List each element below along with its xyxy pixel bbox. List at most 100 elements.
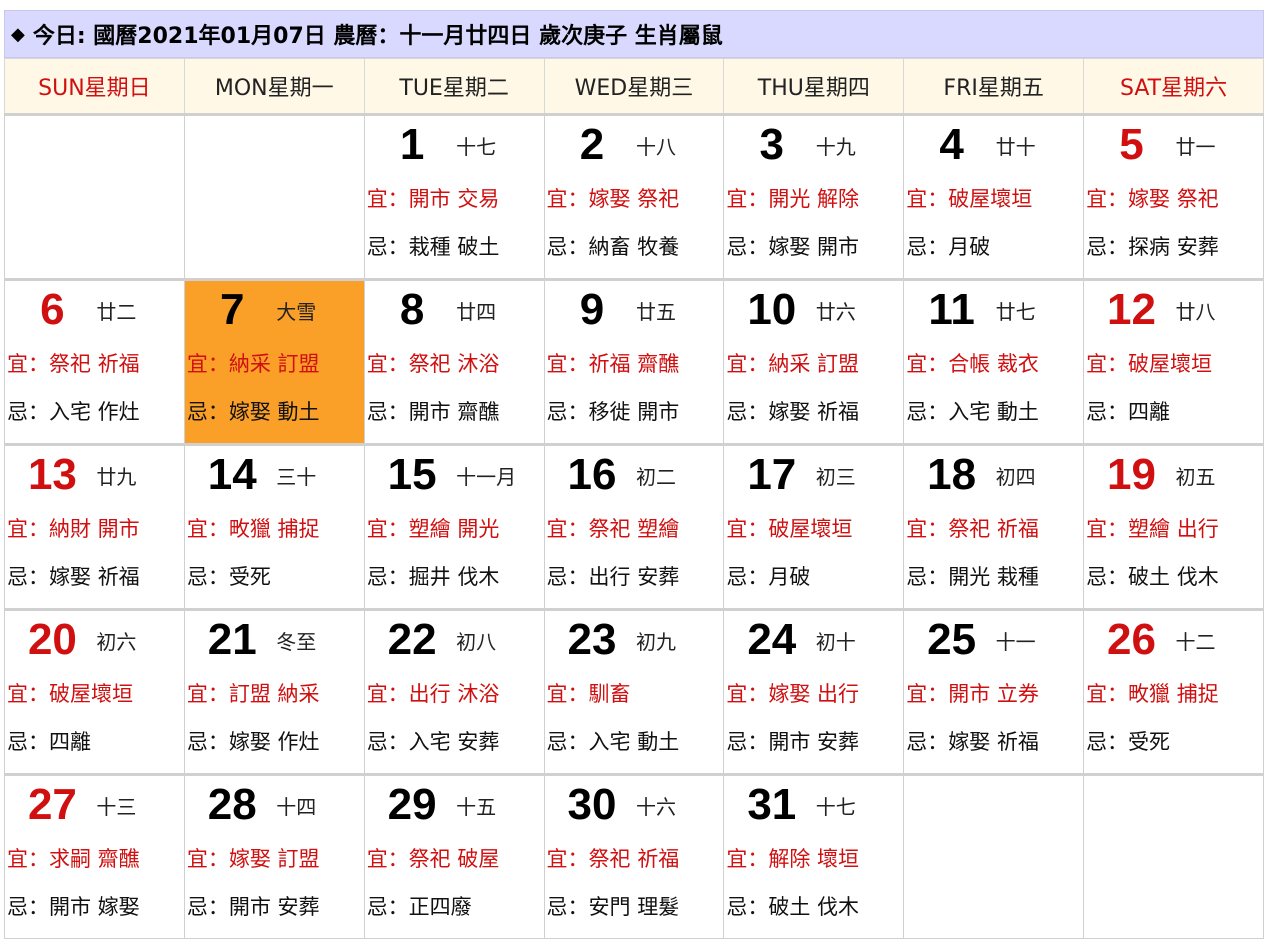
auspicious-activities: 宜：訂盟 納采: [186, 682, 320, 706]
day-head: 11 廿七: [904, 281, 1083, 339]
lunar-date: 廿二: [96, 299, 137, 324]
day-cell[interactable]: 19 初五 宜：塑繪 出行 忌：破土 伐木: [1083, 443, 1264, 610]
day-number: 7: [220, 285, 245, 334]
day-head: 21 冬至: [185, 611, 364, 669]
auspicious-activities: 宜：出行 沐浴: [366, 682, 500, 706]
day-cell[interactable]: 5 廿一 宜：嫁娶 祭祀 忌：探病 安葬: [1083, 113, 1264, 280]
day-cell[interactable]: 12 廿八 宜：破屋壞垣 忌：四離: [1083, 278, 1264, 445]
day-head: 14 三十: [185, 446, 364, 504]
day-number: 6: [40, 285, 65, 334]
day-cell[interactable]: 1 十七 宜：開市 交易 忌：栽種 破土: [363, 113, 545, 280]
day-cell[interactable]: 31 十七 宜：解除 壞垣 忌：破土 伐木: [723, 773, 905, 939]
auspicious-activities: 宜：嫁娶 訂盟: [186, 847, 320, 871]
inauspicious-activities: 忌：入宅 動土: [906, 400, 1039, 424]
inauspicious-activities: 忌：栽種 破土: [366, 235, 500, 259]
day-number: 10: [747, 285, 797, 334]
lunar-date: 初二: [635, 464, 676, 489]
day-cell[interactable]: 3 十九 宜：開光 解除 忌：嫁娶 開市: [723, 113, 905, 280]
lunar-date: 十八: [635, 134, 676, 159]
day-cell[interactable]: 2 十八 宜：嫁娶 祭祀 忌：納畜 牧養: [543, 113, 725, 280]
day-head: 25 十一: [904, 611, 1083, 669]
day-cell[interactable]: 7 大雪 宜：納采 訂盟 忌：嫁娶 動土: [183, 278, 365, 445]
day-cell[interactable]: 16 初二 宜：祭祀 塑繪 忌：出行 安葬: [543, 443, 725, 610]
day-head: 27 十三: [5, 776, 184, 834]
day-cell[interactable]: 23 初九 宜：馴畜 忌：入宅 動土: [543, 608, 725, 775]
inauspicious-activities: 忌：掘井 伐木: [366, 565, 500, 589]
inauspicious-activities: 忌：安門 理髮: [546, 895, 680, 919]
day-cell[interactable]: 10 廿六 宜：納采 訂盟 忌：嫁娶 祈福: [723, 278, 905, 445]
auspicious-activities: 宜：破屋壞垣: [1086, 352, 1213, 376]
day-number: 31: [747, 780, 797, 829]
day-cell[interactable]: 9 廿五 宜：祈福 齋醮 忌：移徙 開市: [543, 278, 725, 445]
lunar-date: 初六: [96, 629, 137, 654]
lunar-date: 大雪: [276, 299, 317, 324]
auspicious-activities: 宜：納財 開市: [7, 517, 140, 541]
lunar-date: 十五: [456, 794, 497, 819]
day-cell[interactable]: 25 十一 宜：開市 立券 忌：嫁娶 祈福: [903, 608, 1085, 775]
day-head: 5 廿一: [1084, 116, 1263, 174]
day-number: 21: [207, 615, 257, 664]
day-number: 16: [567, 450, 617, 499]
weekday-header: THU星期四: [723, 58, 905, 115]
day-head: 28 十四: [185, 776, 364, 834]
day-head: 18 初四: [904, 446, 1083, 504]
day-cell[interactable]: 17 初三 宜：破屋壞垣 忌：月破: [723, 443, 905, 610]
day-number: 12: [1107, 285, 1156, 334]
inauspicious-activities: 忌：受死: [186, 565, 271, 589]
day-head: 16 初二: [545, 446, 724, 504]
calendar: ◆ 今日: 國曆2021年01月07日 農曆：十一月廿四日 歲次庚子 生肖屬鼠 …: [4, 10, 1264, 939]
lunar-date: 廿七: [995, 299, 1036, 324]
auspicious-activities: 宜：祭祀 祈福: [7, 352, 140, 376]
empty-cell: [903, 773, 1085, 939]
empty-cell: [1083, 773, 1264, 939]
day-cell[interactable]: 11 廿七 宜：合帳 裁衣 忌：入宅 動土: [903, 278, 1085, 445]
inauspicious-activities: 忌：破土 伐木: [1086, 565, 1219, 589]
inauspicious-activities: 忌：月破: [726, 565, 811, 589]
day-cell[interactable]: 27 十三 宜：求嗣 齋醮 忌：開市 嫁娶: [4, 773, 185, 939]
day-cell[interactable]: 24 初十 宜：嫁娶 出行 忌：開市 安葬: [723, 608, 905, 775]
inauspicious-activities: 忌：開市 齋醮: [366, 400, 500, 424]
lunar-date: 廿五: [635, 299, 676, 324]
inauspicious-activities: 忌：開光 栽種: [906, 565, 1039, 589]
month-grid: SUN星期日 MON星期一 TUE星期二 WED星期三 THU星期四 FRI星期五 SAT星…: [4, 58, 1264, 939]
day-cell[interactable]: 22 初八 宜：出行 沐浴 忌：入宅 安葬: [363, 608, 545, 775]
day-number: 26: [1107, 615, 1156, 664]
auspicious-activities: 宜：解除 壞垣: [726, 847, 860, 871]
day-cell[interactable]: 6 廿二 宜：祭祀 祈福 忌：入宅 作灶: [4, 278, 185, 445]
week-row: 6 廿二 宜：祭祀 祈福 忌：入宅 作灶 7 大雪 宜：納采 訂盟 忌：嫁娶 動土 8 廿四 宜：祭…: [4, 278, 1264, 445]
lunar-date: 三十: [276, 464, 317, 489]
inauspicious-activities: 忌：正四廢: [366, 895, 472, 919]
day-head: 3 十九: [724, 116, 903, 174]
day-cell[interactable]: 20 初六 宜：破屋壞垣 忌：四離: [4, 608, 185, 775]
day-cell[interactable]: 18 初四 宜：祭祀 祈福 忌：開光 栽種: [903, 443, 1085, 610]
day-head: 4 廿十: [904, 116, 1083, 174]
auspicious-activities: 宜：納采 訂盟: [186, 352, 320, 376]
day-number: 9: [579, 285, 605, 334]
day-cell[interactable]: 26 十二 宜：畋獵 捕捉 忌：受死: [1083, 608, 1264, 775]
inauspicious-activities: 忌：納畜 牧養: [546, 235, 680, 259]
day-cell[interactable]: 30 十六 宜：祭祀 祈福 忌：安門 理髮: [543, 773, 725, 939]
inauspicious-activities: 忌：嫁娶 祈福: [906, 730, 1039, 754]
day-number: 25: [927, 615, 977, 664]
day-head: 7 大雪: [185, 281, 364, 339]
day-cell[interactable]: 28 十四 宜：嫁娶 訂盟 忌：開市 安葬: [183, 773, 365, 939]
lunar-date: 十七: [815, 794, 856, 819]
day-number: 23: [567, 615, 617, 664]
day-head: 30 十六: [545, 776, 724, 834]
day-head: 8 廿四: [365, 281, 544, 339]
lunar-date: 初三: [815, 464, 856, 489]
inauspicious-activities: 忌：探病 安葬: [1086, 235, 1219, 259]
auspicious-activities: 宜：祭祀 沐浴: [366, 352, 500, 376]
day-cell[interactable]: 14 三十宜：畋獵 捕捉 忌：受死: [183, 443, 365, 610]
weekday-header: TUE星期二: [363, 58, 545, 115]
day-cell[interactable]: 29 十五 宜：祭祀 破屋 忌：正四廢: [363, 773, 545, 939]
auspicious-activities: 宜：畋獵 捕捉: [186, 517, 320, 541]
day-cell[interactable]: 8 廿四宜：祭祀 沐浴 忌：開市 齋醮: [363, 278, 545, 445]
day-cell[interactable]: 4 廿十 宜：破屋壞垣 忌：月破: [903, 113, 1085, 280]
day-cell[interactable]: 13 廿九 宜：納財 開市 忌：嫁娶 祈福: [4, 443, 185, 610]
day-head: 24 初十: [724, 611, 903, 669]
day-cell[interactable]: 21 冬至 宜：訂盟 納采 忌：嫁娶 作灶: [183, 608, 365, 775]
inauspicious-activities: 忌：受死: [1086, 730, 1171, 754]
week-row: 13 廿九 宜：納財 開市 忌：嫁娶 祈福 14 三十 宜：畋獵 捕捉 忌：受死 15 十一月 宜：…: [4, 443, 1264, 610]
day-cell[interactable]: 15 十一月 宜：塑繪 開光 忌：掘井 伐木: [363, 443, 545, 610]
